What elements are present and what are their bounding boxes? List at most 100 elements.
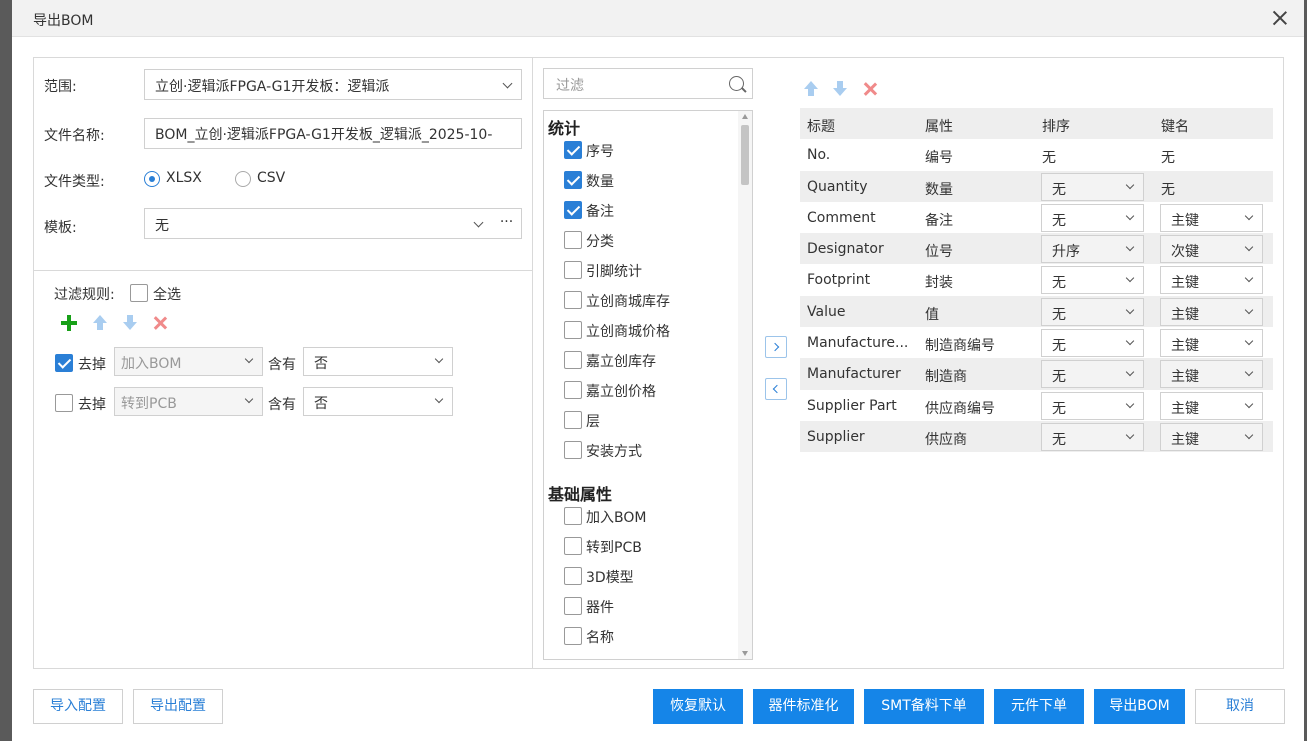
field-item-label[interactable]: 安装方式 (586, 441, 642, 461)
rule-2-checkbox[interactable] (55, 394, 73, 412)
table-row[interactable]: Quantity 数量 无 无 (800, 170, 1273, 202)
csv-radio-label[interactable]: CSV (257, 170, 285, 186)
rule-1-field-select[interactable]: 加入BOM (114, 347, 263, 376)
field-item-label[interactable]: 嘉立创价格 (586, 381, 656, 401)
field-checkbox[interactable] (564, 597, 582, 615)
select-all-checkbox[interactable] (130, 284, 148, 302)
key-select[interactable]: 主键 (1160, 266, 1263, 295)
key-select[interactable]: 主键 (1160, 360, 1263, 389)
smt-order-button[interactable]: SMT备料下单 (864, 689, 984, 724)
field-checkbox[interactable] (564, 141, 582, 159)
xlsx-radio[interactable] (144, 171, 160, 187)
sort-select[interactable]: 无 (1041, 172, 1144, 201)
key-select[interactable]: 主键 (1160, 329, 1263, 358)
field-item-label[interactable]: 备注 (586, 201, 614, 221)
add-field-button[interactable] (765, 336, 787, 358)
field-checkbox[interactable] (564, 441, 582, 459)
sort-select[interactable]: 无 (1041, 329, 1144, 358)
field-checkbox[interactable] (564, 381, 582, 399)
standardize-button[interactable]: 器件标准化 (753, 689, 854, 724)
table-row[interactable]: Manufacture... 制造商编号 无 主键 (800, 327, 1273, 358)
field-checkbox[interactable] (564, 627, 582, 645)
field-item-label[interactable]: 层 (586, 411, 600, 431)
rule-2-field-select[interactable]: 转到PCB (114, 387, 263, 416)
delete-rule-icon[interactable] (152, 315, 168, 331)
filename-input[interactable] (144, 118, 522, 149)
parts-order-button[interactable]: 元件下单 (994, 689, 1084, 724)
field-item-label[interactable]: 嘉立创库存 (586, 351, 656, 371)
table-row[interactable]: Comment 备注 无 主键 (800, 202, 1273, 233)
field-checkbox[interactable] (564, 537, 582, 555)
field-item-label[interactable]: 器件 (586, 597, 614, 617)
rule-1-checkbox[interactable] (55, 354, 73, 372)
field-item-label[interactable]: 3D模型 (586, 567, 634, 587)
sort-select[interactable]: 无 (1041, 391, 1144, 420)
sort-select[interactable]: 无 (1041, 360, 1144, 389)
key-select[interactable]: 主键 (1160, 391, 1263, 420)
column-move-down-icon[interactable] (833, 81, 847, 97)
cancel-button[interactable]: 取消 (1195, 689, 1285, 724)
key-select[interactable]: 主键 (1160, 297, 1263, 326)
field-item-label[interactable]: 加入BOM (586, 507, 646, 527)
search-icon[interactable] (729, 76, 744, 91)
field-checkbox[interactable] (564, 411, 582, 429)
field-item-label[interactable]: 立创商城价格 (586, 321, 670, 341)
range-select[interactable]: 立创·逻辑派FPGA-G1开发板：逻辑派 (144, 69, 522, 100)
field-item-label[interactable]: 分类 (586, 231, 614, 251)
table-row[interactable]: Supplier 供应商 无 主键 (800, 420, 1273, 453)
key-select[interactable]: 主键 (1160, 203, 1263, 232)
field-item-label[interactable]: 立创商城库存 (586, 291, 670, 311)
field-item-label[interactable]: 引脚统计 (586, 261, 642, 281)
rule-1-value-select[interactable]: 否 (303, 347, 453, 376)
field-checkbox[interactable] (564, 201, 582, 219)
close-icon[interactable] (1270, 8, 1290, 28)
field-checkbox[interactable] (564, 231, 582, 249)
add-rule-icon[interactable] (61, 315, 77, 331)
import-config-button[interactable]: 导入配置 (33, 689, 123, 724)
field-checkbox[interactable] (564, 507, 582, 525)
field-item-label[interactable]: 序号 (586, 141, 614, 161)
key-select[interactable]: 次键 (1160, 235, 1263, 264)
sort-select[interactable]: 无 (1041, 297, 1144, 326)
select-all-label[interactable]: 全选 (153, 284, 181, 304)
csv-radio[interactable] (235, 171, 251, 187)
field-checkbox[interactable] (564, 351, 582, 369)
scroll-up-icon[interactable] (742, 114, 748, 119)
key-select[interactable]: 主键 (1160, 422, 1263, 451)
sort-select[interactable]: 升序 (1041, 235, 1144, 264)
restore-default-button[interactable]: 恢复默认 (653, 689, 743, 724)
scroll-thumb[interactable] (741, 125, 749, 185)
template-more-button[interactable]: ··· (492, 208, 522, 239)
sort-select[interactable]: 无 (1041, 422, 1144, 451)
scroll-down-icon[interactable] (742, 651, 748, 656)
field-item-label[interactable]: 转到PCB (586, 537, 642, 557)
rule-2-value-select[interactable]: 否 (303, 387, 453, 416)
table-row[interactable]: Supplier Part 供应商编号 无 主键 (800, 390, 1273, 421)
sort-select[interactable]: 无 (1041, 266, 1144, 295)
export-config-button[interactable]: 导出配置 (133, 689, 223, 724)
field-checkbox[interactable] (564, 171, 582, 189)
remove-field-button[interactable] (765, 378, 787, 400)
field-checkbox[interactable] (564, 261, 582, 279)
table-row[interactable]: Manufacturer 制造商 无 主键 (800, 358, 1273, 390)
xlsx-radio-label[interactable]: XLSX (166, 170, 202, 186)
template-select[interactable]: 无 (144, 208, 493, 239)
move-down-icon[interactable] (123, 315, 137, 331)
move-up-icon[interactable] (93, 315, 107, 331)
field-checkbox[interactable] (564, 567, 582, 585)
table-row[interactable]: No. 编号 无 无 (800, 139, 1273, 170)
field-checkbox[interactable] (564, 321, 582, 339)
export-bom-button[interactable]: 导出BOM (1094, 689, 1185, 724)
field-filter-input[interactable]: 过滤 (543, 68, 753, 99)
field-list[interactable]: 统计 序号 数量 备注 分类 引脚统计 立创商城库存 立创商城价格 嘉立创库存 嘉立创价格层安装方… (543, 110, 753, 660)
table-row[interactable]: Footprint 封装 无 主键 (800, 264, 1273, 295)
column-move-up-icon[interactable] (804, 81, 818, 97)
field-checkbox[interactable] (564, 291, 582, 309)
column-delete-icon[interactable] (862, 81, 878, 97)
field-item-label[interactable]: 名称 (586, 627, 614, 647)
table-row[interactable]: Designator 位号 升序 次键 (800, 233, 1273, 265)
sort-select[interactable]: 无 (1041, 203, 1144, 232)
table-row[interactable]: Value 值 无 主键 (800, 295, 1273, 328)
field-item-label[interactable]: 数量 (586, 171, 614, 191)
list-scrollbar[interactable] (738, 111, 752, 659)
